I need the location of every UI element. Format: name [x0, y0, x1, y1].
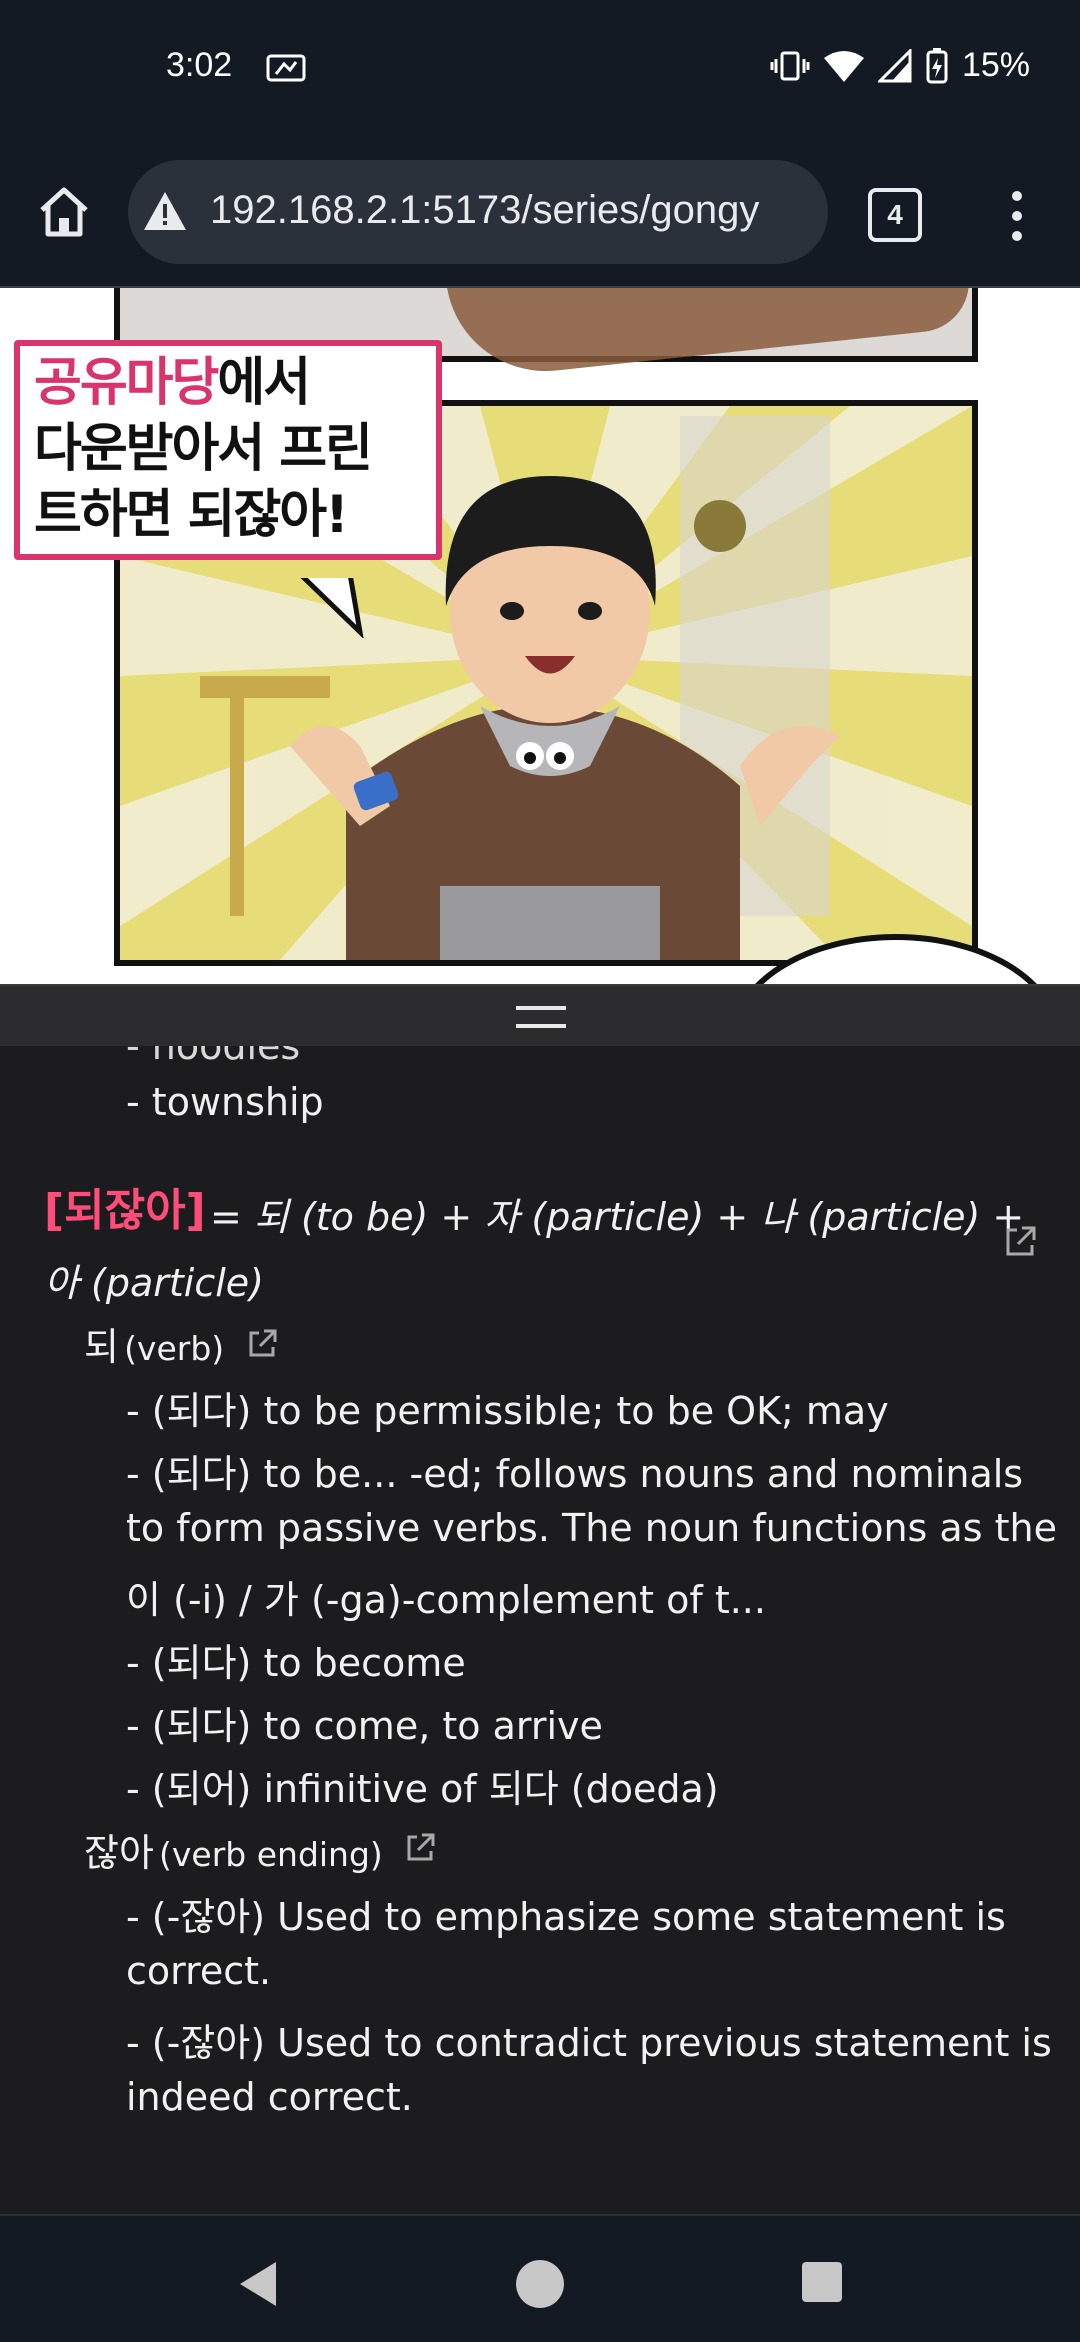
home-icon[interactable]	[34, 182, 94, 242]
external-link-icon[interactable]	[1002, 1224, 1038, 1260]
battery-charging-icon	[926, 47, 948, 83]
battery-percent: 15%	[961, 46, 1030, 84]
more-options-icon[interactable]	[1002, 186, 1032, 246]
definition-line: - (되다) to become	[126, 1641, 466, 1685]
external-link-icon[interactable]	[404, 1832, 436, 1864]
definition-line: - (되다) to be... -ed; follows nouns and n…	[126, 1452, 1024, 1496]
speech-line2: 다운받아서 프린	[34, 419, 373, 479]
definition-line: indeed correct.	[126, 2075, 413, 2119]
part-head: 잖아	[84, 1831, 154, 1875]
previous-item: - township	[126, 1080, 324, 1124]
vibrate-icon	[770, 51, 810, 80]
breakdown-line-2: 아 (particle)	[44, 1261, 265, 1305]
bottom-sheet-handle[interactable]	[0, 984, 1080, 1048]
recents-button[interactable]	[802, 2262, 842, 2302]
headword: [되잖아]	[44, 1185, 206, 1236]
definition-line: correct.	[126, 1949, 272, 1993]
speech-line1-rest: 에서	[217, 353, 311, 413]
definition-line: - (되어) infinitive of 되다 (doeda)	[126, 1767, 719, 1811]
speech-bubble-tail	[300, 578, 364, 638]
part-entry: 되 (verb)	[84, 1316, 224, 1371]
arm-illustration	[446, 288, 974, 381]
status-bar: 3:02 15%	[0, 0, 1080, 140]
speech-line3: 트하면 되잖아!	[34, 485, 349, 545]
definition-line: - (-잖아) Used to emphasize some statement…	[126, 1895, 1006, 1939]
part-head: 되	[84, 1325, 119, 1369]
definition-line: - (되다) to be permissible; to be OK; may	[126, 1389, 889, 1433]
dictionary-panel: - noodles - township [되잖아] = 되 (to be) +…	[0, 1046, 1080, 2214]
speech-highlight-text: 공유마당	[34, 353, 219, 413]
external-link-icon[interactable]	[246, 1328, 278, 1360]
speech-bubble-text: 공유마당에서 다운받아서 프린 트하면 되잖아!	[34, 350, 424, 548]
status-time: 3:02	[166, 46, 233, 84]
cell-signal-icon	[877, 48, 912, 82]
wifi-icon	[823, 50, 864, 82]
home-button[interactable]	[516, 2260, 564, 2308]
previous-item-partial: - noodles	[126, 1046, 301, 1068]
tab-switcher-button[interactable]: 4	[868, 188, 922, 242]
status-right-group: 15%	[770, 46, 1030, 85]
not-secure-warning-icon[interactable]	[142, 190, 188, 232]
drag-handle-icon[interactable]	[516, 1004, 566, 1030]
part-pos: (verb)	[124, 1329, 225, 1368]
definition-line: - (되다) to come, to arrive	[126, 1704, 603, 1748]
part-entry: 잖아 (verb ending)	[84, 1822, 383, 1877]
browser-toolbar: 192.168.2.1:5173/series/gongy 4	[0, 140, 1080, 288]
definition-line: 이 (-i) / 가 (-ga)-complement of t...	[126, 1578, 766, 1622]
breakdown-line-1: = 되 (to be) + 자 (particle) + 나 (particle…	[210, 1195, 1025, 1239]
part-pos: (verb ending)	[159, 1835, 383, 1874]
address-bar[interactable]: 192.168.2.1:5173/series/gongy	[128, 160, 828, 264]
comic-image: 공유마당에서 다운받아서 프린 트하면 되잖아!	[0, 288, 1080, 984]
back-icon[interactable]	[236, 2260, 280, 2308]
system-navigation-bar	[0, 2214, 1080, 2342]
url-text[interactable]: 192.168.2.1:5173/series/gongy	[210, 188, 759, 233]
definition-line: to form passive verbs. The noun function…	[126, 1506, 1057, 1550]
media-notification-icon	[266, 54, 306, 82]
definition-line: - (-잖아) Used to contradict previous stat…	[126, 2021, 1052, 2065]
